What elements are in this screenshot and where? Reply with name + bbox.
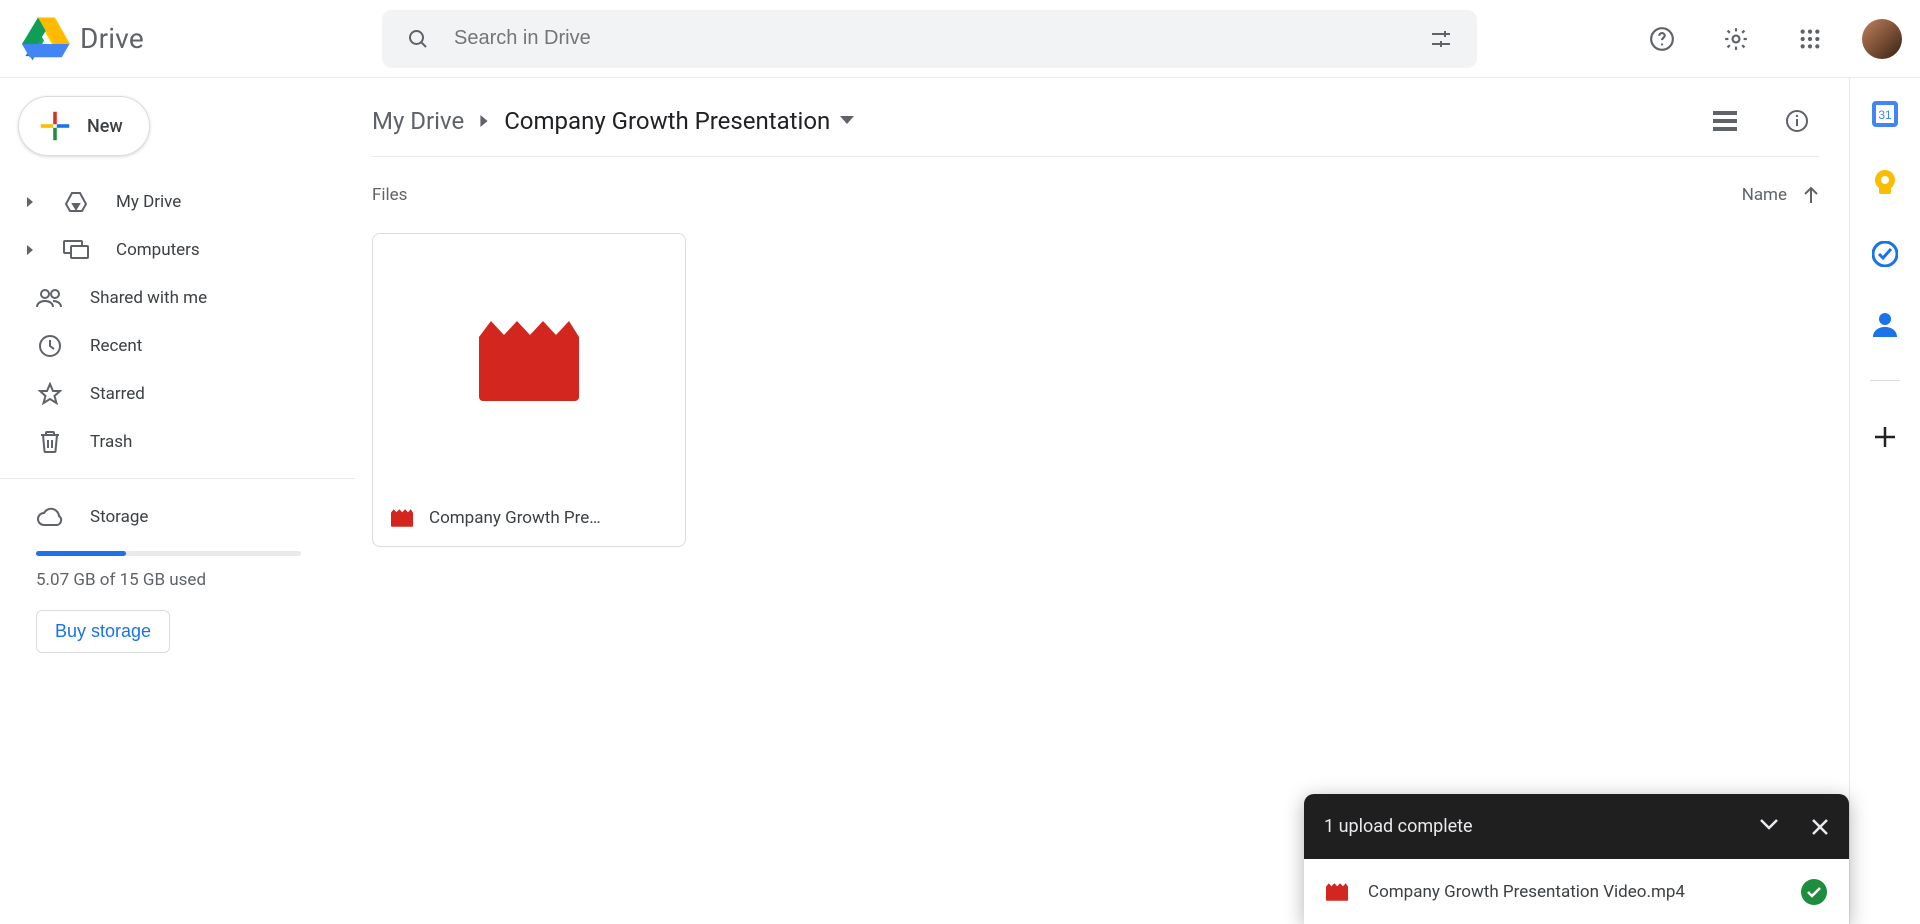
sidebar-item-label: Trash bbox=[90, 432, 132, 452]
breadcrumb-current[interactable]: Company Growth Presentation bbox=[504, 107, 830, 135]
topbar: Drive bbox=[0, 0, 1920, 78]
sidebar-item-recent[interactable]: Recent bbox=[0, 322, 350, 370]
sidebar-item-computers[interactable]: Computers bbox=[0, 226, 350, 274]
divider bbox=[372, 156, 1819, 157]
section-label: Files bbox=[372, 185, 407, 205]
file-thumbnail bbox=[373, 234, 685, 488]
upload-toast-header: 1 upload complete bbox=[1304, 794, 1849, 859]
search-options-icon[interactable] bbox=[1419, 17, 1463, 61]
storage-meter-fill bbox=[36, 551, 126, 556]
file-grid: Company Growth Pre… bbox=[372, 233, 1819, 547]
contacts-app-icon[interactable] bbox=[1871, 310, 1899, 338]
calendar-app-icon[interactable]: 31 bbox=[1871, 100, 1899, 128]
chevron-right-icon bbox=[478, 115, 490, 127]
video-file-large-icon bbox=[479, 321, 579, 401]
search-input[interactable] bbox=[440, 27, 1419, 50]
sidebar-item-label: Starred bbox=[90, 384, 145, 404]
file-card-footer: Company Growth Pre… bbox=[373, 488, 685, 546]
computers-icon bbox=[62, 240, 90, 260]
drive-logo[interactable]: Drive bbox=[22, 17, 322, 61]
video-file-icon bbox=[1326, 883, 1348, 901]
list-view-icon[interactable] bbox=[1703, 99, 1747, 143]
sidebar-item-starred[interactable]: Starred bbox=[0, 370, 350, 418]
account-avatar[interactable] bbox=[1862, 19, 1902, 59]
toast-collapse-icon[interactable] bbox=[1759, 818, 1779, 836]
settings-icon[interactable] bbox=[1714, 17, 1758, 61]
sidebar-item-label: My Drive bbox=[116, 192, 181, 212]
file-card[interactable]: Company Growth Pre… bbox=[372, 233, 686, 547]
sort-control[interactable]: Name bbox=[1742, 185, 1819, 205]
sidebar-item-label: Shared with me bbox=[90, 288, 207, 308]
upload-toast: 1 upload complete Company Growth Present… bbox=[1304, 794, 1849, 924]
new-button-label: New bbox=[87, 116, 123, 137]
sidebar: New My Drive Computers Shared with me Re… bbox=[0, 78, 350, 924]
upload-toast-title: 1 upload complete bbox=[1324, 816, 1473, 837]
upload-file-name: Company Growth Presentation Video.mp4 bbox=[1368, 882, 1685, 902]
breadcrumb: My Drive Company Growth Presentation bbox=[372, 96, 1819, 146]
keep-app-icon[interactable] bbox=[1871, 170, 1899, 198]
buy-storage-button[interactable]: Buy storage bbox=[36, 610, 170, 653]
upload-toast-row[interactable]: Company Growth Presentation Video.mp4 bbox=[1304, 859, 1849, 924]
product-name: Drive bbox=[80, 22, 144, 55]
sidebar-item-label: Recent bbox=[90, 336, 142, 356]
sidebar-item-label: Storage bbox=[90, 507, 148, 527]
expand-icon bbox=[24, 245, 36, 255]
sidebar-item-my-drive[interactable]: My Drive bbox=[0, 178, 350, 226]
svg-text:31: 31 bbox=[1878, 108, 1892, 122]
content: My Drive Company Growth Presentation Fil… bbox=[350, 78, 1920, 924]
sidebar-item-trash[interactable]: Trash bbox=[0, 418, 350, 466]
sidebar-item-storage[interactable]: Storage bbox=[0, 493, 350, 541]
drive-logo-icon bbox=[22, 17, 70, 61]
upload-success-icon bbox=[1801, 879, 1827, 905]
details-icon[interactable] bbox=[1775, 99, 1819, 143]
new-button[interactable]: New bbox=[18, 96, 150, 156]
search-box[interactable] bbox=[382, 10, 1477, 68]
add-addon-icon[interactable] bbox=[1871, 423, 1899, 451]
cloud-icon bbox=[36, 507, 64, 527]
trash-icon bbox=[36, 430, 64, 454]
plus-multicolor-icon bbox=[39, 110, 71, 142]
video-file-icon bbox=[391, 509, 413, 527]
sort-label: Name bbox=[1742, 185, 1787, 205]
sidebar-item-label: Computers bbox=[116, 240, 200, 260]
sidebar-separator bbox=[0, 478, 355, 479]
breadcrumb-root[interactable]: My Drive bbox=[372, 107, 464, 135]
expand-icon bbox=[24, 197, 36, 207]
sort-arrow-up-icon bbox=[1803, 186, 1819, 204]
help-icon[interactable] bbox=[1640, 17, 1684, 61]
search-icon[interactable] bbox=[396, 17, 440, 61]
files-header-row: Files Name bbox=[372, 185, 1819, 205]
tasks-app-icon[interactable] bbox=[1871, 240, 1899, 268]
main-panel: My Drive Company Growth Presentation Fil… bbox=[350, 78, 1850, 924]
my-drive-icon bbox=[62, 190, 90, 214]
apps-grid-icon[interactable] bbox=[1788, 17, 1832, 61]
file-name: Company Growth Pre… bbox=[429, 508, 601, 528]
star-icon bbox=[36, 382, 64, 406]
storage-meter bbox=[36, 551, 301, 556]
shared-icon bbox=[36, 288, 64, 308]
breadcrumb-dropdown-icon[interactable] bbox=[840, 116, 854, 126]
storage-usage-text: 5.07 GB of 15 GB used bbox=[36, 570, 350, 590]
recent-icon bbox=[36, 334, 64, 358]
rail-separator bbox=[1870, 380, 1900, 381]
side-panel: 31 bbox=[1850, 78, 1920, 924]
topbar-actions bbox=[1640, 17, 1902, 61]
toast-close-icon[interactable] bbox=[1811, 818, 1829, 836]
sidebar-item-shared[interactable]: Shared with me bbox=[0, 274, 350, 322]
